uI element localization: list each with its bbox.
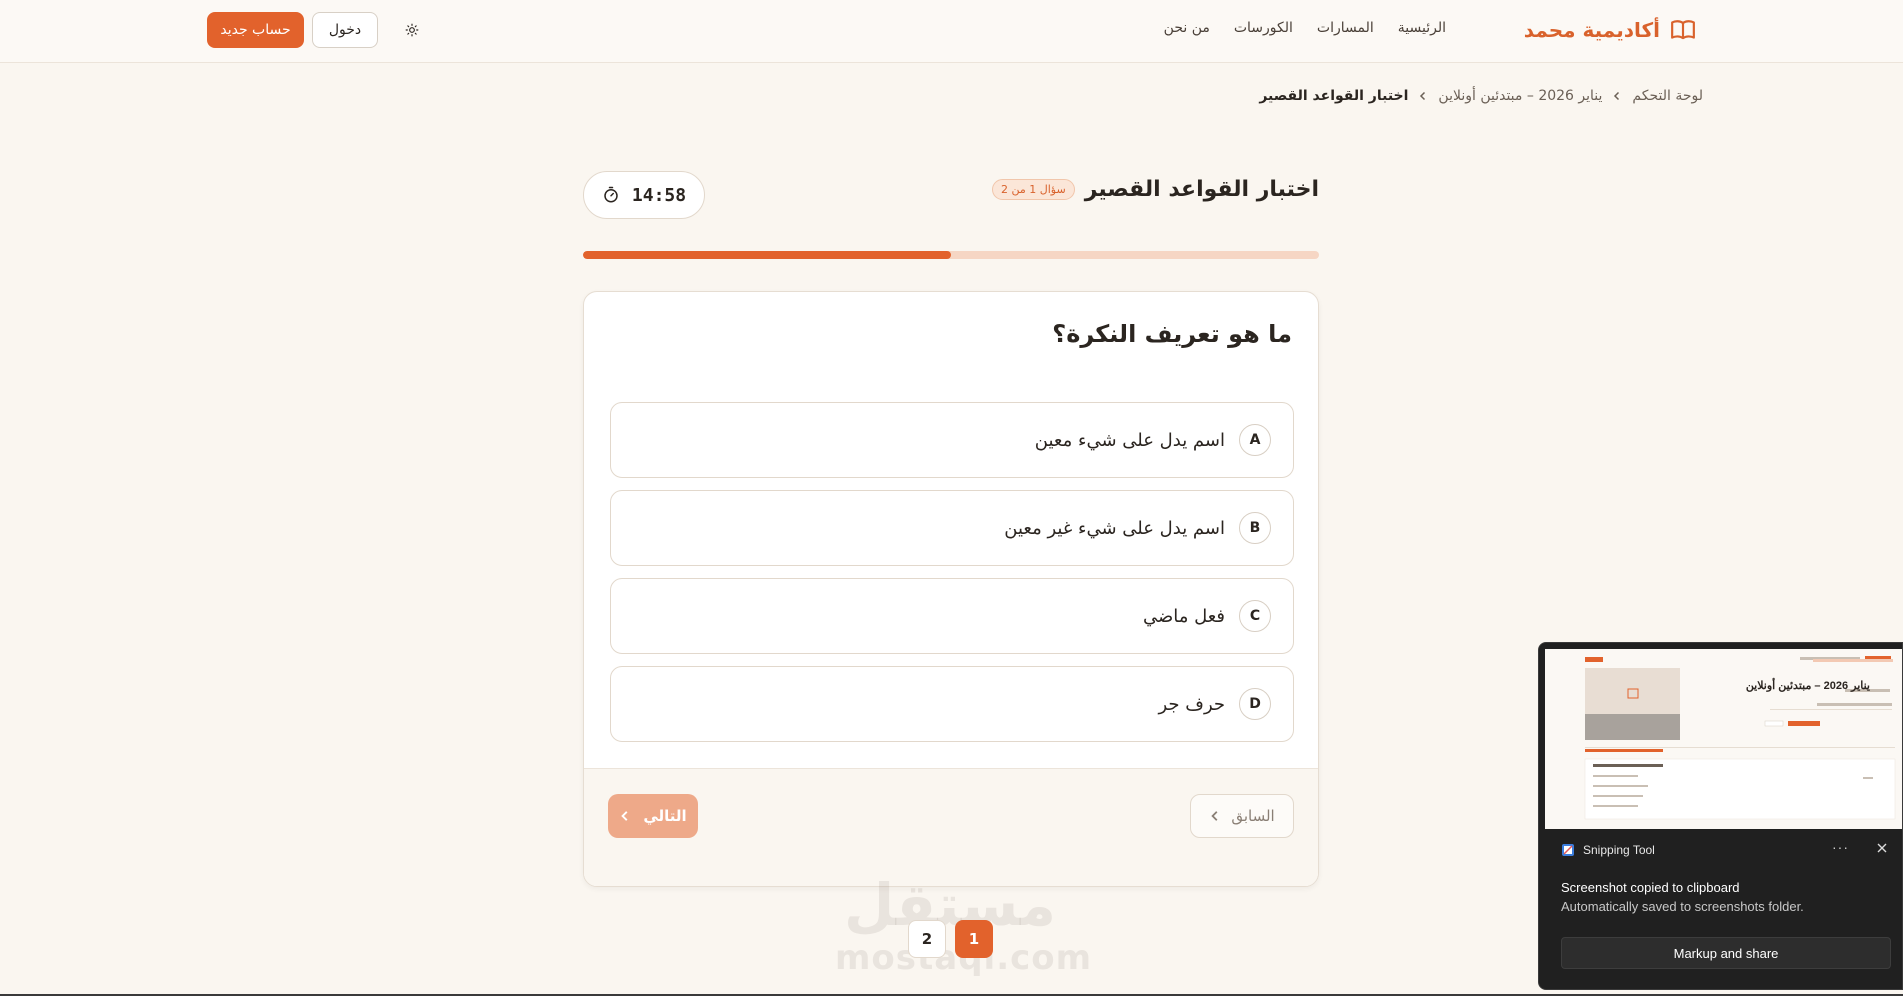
question-pagination: 2 1 — [908, 920, 993, 958]
breadcrumb-current: اختبار القواعد القصير — [1259, 88, 1409, 104]
theme-toggle-button[interactable] — [397, 15, 427, 45]
thumbnail-preview — [1545, 649, 1902, 829]
next-button[interactable]: التالي — [608, 794, 698, 838]
brand-name: أكاديمية محمد — [1523, 18, 1660, 42]
quiz-title: اختبار القواعد القصير — [1084, 177, 1319, 202]
timer-value: 14:58 — [631, 184, 687, 206]
toast-title: Screenshot copied to clipboard — [1561, 880, 1740, 895]
close-icon[interactable] — [1875, 841, 1889, 855]
question-count-badge: سؤال 1 من 2 — [991, 179, 1075, 200]
screenshot-thumbnail[interactable]: يناير 2026 – مبتدئين أونلاين — [1545, 649, 1902, 829]
brand-logo[interactable]: أكاديمية محمد — [1524, 16, 1696, 44]
question-card: ما هو تعريف النكرة؟ A اسم يدل على شيء مع… — [583, 291, 1319, 887]
option-letter: B — [1239, 512, 1271, 544]
quiz-header: 14:58 اختبار القواعد القصير سؤال 1 من 2 — [583, 171, 1319, 219]
option-b[interactable]: B اسم يدل على شيء غير معين — [610, 490, 1294, 566]
quiz-title-group: اختبار القواعد القصير سؤال 1 من 2 — [991, 177, 1319, 202]
option-letter: D — [1239, 688, 1271, 720]
nav-home[interactable]: الرئيسية — [1398, 20, 1446, 36]
toast-subtitle: Automatically saved to screenshots folde… — [1561, 899, 1804, 914]
nav-courses[interactable]: الكورسات — [1234, 20, 1293, 36]
main-nav: الرئيسية المسارات الكورسات من نحن — [1164, 20, 1446, 36]
chevron-left-icon — [1420, 91, 1426, 101]
previous-label: السابق — [1231, 807, 1275, 825]
previous-button[interactable]: السابق — [1190, 794, 1294, 838]
thumbnail-title: يناير 2026 – مبتدئين أونلاين — [1745, 680, 1870, 692]
snipping-tool-icon — [1562, 844, 1574, 856]
quiz-timer: 14:58 — [583, 171, 705, 219]
option-a[interactable]: A اسم يدل على شيء معين — [610, 402, 1294, 478]
card-footer: السابق التالي — [584, 768, 1318, 886]
quiz-progress-bar — [583, 251, 1319, 259]
option-c[interactable]: C فعل ماضي — [610, 578, 1294, 654]
nav-about[interactable]: من نحن — [1164, 20, 1210, 36]
breadcrumb-course[interactable]: يناير 2026 – مبتدئين أونلاين — [1438, 88, 1602, 104]
markup-and-share-button[interactable]: Markup and share — [1561, 937, 1891, 969]
page-button-1[interactable]: 1 — [955, 920, 993, 958]
stopwatch-icon — [604, 186, 618, 203]
sun-icon — [405, 23, 419, 37]
option-text: فعل ماضي — [1142, 605, 1225, 627]
chevron-left-icon — [1211, 811, 1218, 821]
toast-app-name: Snipping Tool — [1583, 843, 1655, 857]
option-letter: A — [1239, 424, 1271, 456]
chevron-left-icon — [1614, 91, 1620, 101]
nav-tracks[interactable]: المسارات — [1317, 20, 1374, 36]
breadcrumb-dashboard[interactable]: لوحة التحكم — [1632, 88, 1703, 104]
option-letter: C — [1239, 600, 1271, 632]
breadcrumb: لوحة التحكم يناير 2026 – مبتدئين أونلاين… — [1259, 88, 1703, 104]
more-options-icon[interactable]: ··· — [1832, 839, 1849, 855]
chevron-left-icon — [621, 811, 628, 821]
page-button-2[interactable]: 2 — [908, 920, 946, 958]
option-text: حرف جر — [1158, 693, 1226, 715]
toast-app-header: Snipping Tool — [1561, 843, 1655, 857]
top-header: أكاديمية محمد الرئيسية المسارات الكورسات… — [0, 0, 1903, 63]
option-text: اسم يدل على شيء معين — [1034, 429, 1225, 451]
signup-button[interactable]: حساب جديد — [207, 12, 304, 48]
question-text: ما هو تعريف النكرة؟ — [1052, 320, 1292, 348]
option-d[interactable]: D حرف جر — [610, 666, 1294, 742]
next-label: التالي — [643, 807, 687, 825]
option-text: اسم يدل على شيء غير معين — [1004, 517, 1225, 539]
progress-fill — [583, 251, 951, 259]
snipping-tool-toast[interactable]: يناير 2026 – مبتدئين أونلاين Snipping To… — [1538, 642, 1903, 990]
login-button[interactable]: دخول — [312, 12, 378, 48]
open-book-icon — [1671, 20, 1695, 40]
